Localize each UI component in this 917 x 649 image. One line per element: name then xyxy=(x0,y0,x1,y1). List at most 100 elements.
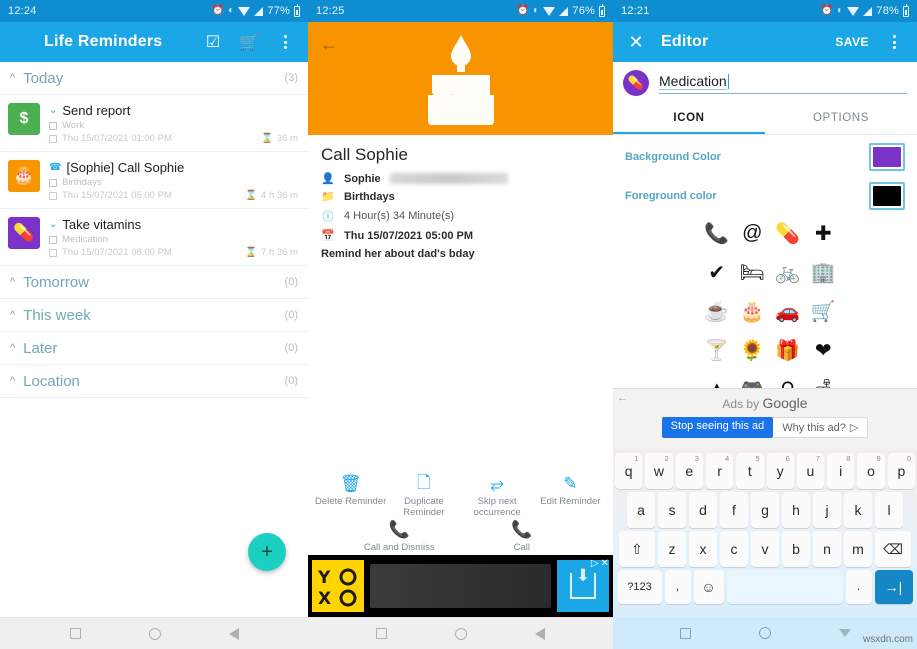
edit-reminder-button[interactable]: ✎ Edit Reminder xyxy=(534,473,606,508)
close-icon[interactable]: ✕ xyxy=(601,558,609,569)
enter-key-icon[interactable]: →| xyxy=(874,570,913,604)
key-z[interactable]: z xyxy=(658,531,686,567)
emoji-key-icon[interactable]: ☺ xyxy=(693,570,724,604)
save-button[interactable]: SAVE xyxy=(835,35,869,49)
ad-install-button[interactable]: ▷ ✕ xyxy=(557,558,609,612)
flower-icon[interactable]: 🌻 xyxy=(735,331,771,370)
duplicate-reminder-button[interactable]: 🗋 Duplicate Reminder xyxy=(388,473,460,519)
recents-square-icon[interactable] xyxy=(679,627,691,639)
key-r[interactable]: 4r xyxy=(705,453,734,489)
key-s[interactable]: s xyxy=(658,492,686,528)
key-b[interactable]: b xyxy=(782,531,810,567)
check-icon[interactable]: ✔ xyxy=(699,253,735,292)
key-o[interactable]: 9o xyxy=(857,453,885,489)
period-key[interactable]: . xyxy=(845,570,872,604)
key-x[interactable]: x xyxy=(689,531,717,567)
phone-icon[interactable]: 📞 xyxy=(699,214,735,253)
recents-square-icon[interactable] xyxy=(69,628,81,639)
home-circle-icon[interactable] xyxy=(758,627,771,639)
key-h[interactable]: h xyxy=(782,492,810,528)
list-item[interactable]: 🎂 ☎ [Sophie] Call Sophie Birthdays Thu 1… xyxy=(0,152,308,209)
dropdown-triangle-icon[interactable] xyxy=(838,629,851,637)
back-triangle-icon[interactable] xyxy=(535,627,545,640)
cocktail-glass-icon[interactable]: 🍸 xyxy=(699,331,735,370)
delete-reminder-button[interactable]: 🗑 Delete Reminder xyxy=(315,473,387,508)
birthday-cake-icon[interactable]: 🎂 xyxy=(735,292,771,331)
home-circle-icon[interactable] xyxy=(455,627,467,640)
key-w[interactable]: 2w xyxy=(645,453,673,489)
why-this-ad-button[interactable]: Why this ad? ▷ xyxy=(773,417,869,438)
space-key[interactable] xyxy=(726,570,843,604)
detail-row-contact: 👤 Sophie xyxy=(321,172,600,185)
group-header-later[interactable]: ^ Later (0) xyxy=(0,332,308,365)
call-button[interactable]: 📞 Call xyxy=(486,519,558,554)
key-q[interactable]: 1q xyxy=(615,453,643,489)
pill-icon[interactable]: 💊 xyxy=(770,214,806,253)
foreground-color-swatch[interactable] xyxy=(869,182,905,210)
shopping-cart-icon[interactable]: 🛒 xyxy=(806,292,842,331)
app-bar-left: Life Reminders ☑ 🛒 xyxy=(0,22,308,62)
category-name-input[interactable]: Medication xyxy=(659,73,907,94)
key-y[interactable]: 6y xyxy=(766,453,794,489)
call-and-dismiss-button[interactable]: 📞 Call and Dismiss xyxy=(363,519,435,554)
pill-icon[interactable]: 💊 xyxy=(623,70,649,96)
close-icon[interactable]: ✕ xyxy=(625,31,647,53)
back-triangle-icon[interactable] xyxy=(228,627,239,640)
tab-icon[interactable]: ICON xyxy=(613,102,765,134)
cart-icon[interactable]: 🛒 xyxy=(238,31,260,53)
at-sign-icon[interactable]: @ xyxy=(735,214,771,253)
ad-banner[interactable]: Y X ▷ ✕ xyxy=(308,555,613,617)
overflow-menu-icon[interactable] xyxy=(883,31,905,53)
list-item[interactable]: 💊 ⌄ Take vitamins Medication Thu 15/07/2… xyxy=(0,209,308,266)
key-t[interactable]: 5t xyxy=(736,453,764,489)
key-k[interactable]: k xyxy=(844,492,872,528)
coffee-cup-icon[interactable]: ☕ xyxy=(699,292,735,331)
reminder-avatar: 🎂 xyxy=(8,160,40,192)
hamburger-icon[interactable] xyxy=(12,31,30,53)
key-e[interactable]: 3e xyxy=(675,453,703,489)
overflow-menu-icon[interactable] xyxy=(274,31,296,53)
stop-seeing-ad-button[interactable]: Stop seeing this ad xyxy=(661,417,774,438)
back-arrow-icon[interactable]: ← xyxy=(617,392,628,404)
back-arrow-icon[interactable]: ← xyxy=(320,35,338,53)
key-f[interactable]: f xyxy=(720,492,748,528)
key-a[interactable]: a xyxy=(627,492,655,528)
key-d[interactable]: d xyxy=(689,492,717,528)
tab-options[interactable]: OPTIONS xyxy=(765,102,917,134)
bicycle-icon[interactable]: 🚲 xyxy=(770,253,806,292)
backspace-key-icon[interactable]: ⌫ xyxy=(875,531,911,567)
group-header-this-week[interactable]: ^ This week (0) xyxy=(0,299,308,332)
phone-icon: ☎ xyxy=(49,162,62,173)
key-g[interactable]: g xyxy=(751,492,779,528)
shift-key-icon[interactable]: ⇧ xyxy=(619,531,655,567)
symbols-key[interactable]: ?123 xyxy=(617,570,662,604)
home-circle-icon[interactable] xyxy=(148,627,161,640)
group-header-today[interactable]: ^ Today (3) xyxy=(0,62,308,95)
key-p[interactable]: 0p xyxy=(887,453,915,489)
group-header-location[interactable]: ^ Location (0) xyxy=(0,365,308,398)
add-reminder-fab[interactable]: + xyxy=(248,533,286,571)
medical-cross-icon[interactable]: ✚ xyxy=(806,214,842,253)
edit-check-icon[interactable]: ☑ xyxy=(202,31,224,53)
key-j[interactable]: j xyxy=(813,492,841,528)
key-n[interactable]: n xyxy=(813,531,841,567)
group-header-tomorrow[interactable]: ^ Tomorrow (0) xyxy=(0,266,308,299)
office-building-icon[interactable]: 🏢 xyxy=(806,253,842,292)
bed-icon[interactable]: 🛏 xyxy=(735,253,771,292)
skip-next-occurrence-button[interactable]: ⥂ Skip next occurrence xyxy=(461,473,533,519)
recents-square-icon[interactable] xyxy=(376,628,387,639)
key-u[interactable]: 7u xyxy=(796,453,825,489)
key-m[interactable]: m xyxy=(844,531,872,567)
key-v[interactable]: v xyxy=(751,531,779,567)
status-time: 12:21 xyxy=(621,5,650,17)
gift-icon[interactable]: 🎁 xyxy=(770,331,806,370)
heart-icon[interactable]: ❤ xyxy=(806,331,842,370)
ad-choices-icon[interactable]: ▷ xyxy=(591,558,599,569)
key-l[interactable]: l xyxy=(875,492,903,528)
key-c[interactable]: c xyxy=(720,531,748,567)
background-color-swatch[interactable] xyxy=(869,143,905,171)
comma-key[interactable]: , xyxy=(664,570,691,604)
key-i[interactable]: 8i xyxy=(827,453,855,489)
list-item[interactable]: $ ⌄ Send report Work Thu 15/07/2021 01:0… xyxy=(0,95,308,152)
car-icon[interactable]: 🚗 xyxy=(770,292,806,331)
